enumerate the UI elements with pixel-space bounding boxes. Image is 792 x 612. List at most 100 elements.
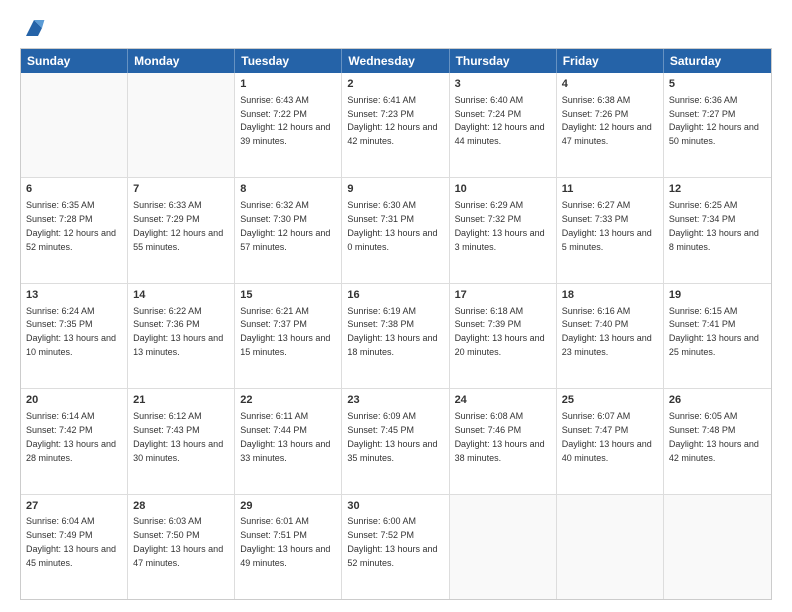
day-info: Sunrise: 6:03 AM Sunset: 7:50 PM Dayligh… bbox=[133, 516, 223, 567]
calendar-cell: 9 Sunrise: 6:30 AM Sunset: 7:31 PM Daylig… bbox=[342, 178, 449, 282]
day-info: Sunrise: 6:38 AM Sunset: 7:26 PM Dayligh… bbox=[562, 95, 652, 146]
calendar-row: 27 Sunrise: 6:04 AM Sunset: 7:49 PM Dayli… bbox=[21, 495, 771, 599]
day-number: 30 bbox=[347, 499, 443, 514]
day-info: Sunrise: 6:00 AM Sunset: 7:52 PM Dayligh… bbox=[347, 516, 437, 567]
day-number: 5 bbox=[669, 77, 766, 92]
calendar-cell: 6 Sunrise: 6:35 AM Sunset: 7:28 PM Daylig… bbox=[21, 178, 128, 282]
calendar-cell: 1 Sunrise: 6:43 AM Sunset: 7:22 PM Daylig… bbox=[235, 73, 342, 177]
day-number: 16 bbox=[347, 288, 443, 303]
day-number: 28 bbox=[133, 499, 229, 514]
day-info: Sunrise: 6:25 AM Sunset: 7:34 PM Dayligh… bbox=[669, 200, 759, 251]
day-info: Sunrise: 6:05 AM Sunset: 7:48 PM Dayligh… bbox=[669, 411, 759, 462]
day-number: 22 bbox=[240, 393, 336, 408]
calendar-cell: 10Sunrise: 6:29 AM Sunset: 7:32 PM Dayli… bbox=[450, 178, 557, 282]
day-number: 24 bbox=[455, 393, 551, 408]
day-number: 23 bbox=[347, 393, 443, 408]
calendar-header: SundayMondayTuesdayWednesdayThursdayFrid… bbox=[21, 49, 771, 73]
calendar-cell: 17 Sunrise: 6:18 AM Sunset: 7:39 PM Dayli… bbox=[450, 284, 557, 388]
calendar-cell: 25 Sunrise: 6:07 AM Sunset: 7:47 PM Dayli… bbox=[557, 389, 664, 493]
logo bbox=[20, 16, 46, 40]
day-number: 27 bbox=[26, 499, 122, 514]
calendar-cell: 11Sunrise: 6:27 AM Sunset: 7:33 PM Dayli… bbox=[557, 178, 664, 282]
day-info: Sunrise: 6:09 AM Sunset: 7:45 PM Dayligh… bbox=[347, 411, 437, 462]
calendar-cell: 3 Sunrise: 6:40 AM Sunset: 7:24 PM Daylig… bbox=[450, 73, 557, 177]
day-number: 19 bbox=[669, 288, 766, 303]
calendar-cell: 2 Sunrise: 6:41 AM Sunset: 7:23 PM Daylig… bbox=[342, 73, 449, 177]
day-info: Sunrise: 6:36 AM Sunset: 7:27 PM Dayligh… bbox=[669, 95, 759, 146]
day-info: Sunrise: 6:08 AM Sunset: 7:46 PM Dayligh… bbox=[455, 411, 545, 462]
day-number: 14 bbox=[133, 288, 229, 303]
day-info: Sunrise: 6:14 AM Sunset: 7:42 PM Dayligh… bbox=[26, 411, 116, 462]
day-info: Sunrise: 6:35 AM Sunset: 7:28 PM Dayligh… bbox=[26, 200, 116, 251]
day-info: Sunrise: 6:15 AM Sunset: 7:41 PM Dayligh… bbox=[669, 306, 759, 357]
header-day: Tuesday bbox=[235, 49, 342, 73]
day-number: 2 bbox=[347, 77, 443, 92]
day-number: 10 bbox=[455, 182, 551, 197]
day-number: 3 bbox=[455, 77, 551, 92]
day-number: 8 bbox=[240, 182, 336, 197]
day-number: 11 bbox=[562, 182, 658, 197]
day-number: 6 bbox=[26, 182, 122, 197]
calendar-cell: 30 Sunrise: 6:00 AM Sunset: 7:52 PM Dayli… bbox=[342, 495, 449, 599]
day-number: 25 bbox=[562, 393, 658, 408]
calendar-cell: 4 Sunrise: 6:38 AM Sunset: 7:26 PM Daylig… bbox=[557, 73, 664, 177]
calendar-cell: 8Sunrise: 6:32 AM Sunset: 7:30 PM Daylig… bbox=[235, 178, 342, 282]
calendar-cell: 18 Sunrise: 6:16 AM Sunset: 7:40 PM Dayli… bbox=[557, 284, 664, 388]
day-info: Sunrise: 6:01 AM Sunset: 7:51 PM Dayligh… bbox=[240, 516, 330, 567]
calendar-body: 1 Sunrise: 6:43 AM Sunset: 7:22 PM Daylig… bbox=[21, 73, 771, 599]
day-info: Sunrise: 6:22 AM Sunset: 7:36 PM Dayligh… bbox=[133, 306, 223, 357]
calendar-cell: 29 Sunrise: 6:01 AM Sunset: 7:51 PM Dayli… bbox=[235, 495, 342, 599]
header-day: Wednesday bbox=[342, 49, 449, 73]
calendar-cell: 27 Sunrise: 6:04 AM Sunset: 7:49 PM Dayli… bbox=[21, 495, 128, 599]
header-day: Sunday bbox=[21, 49, 128, 73]
day-info: Sunrise: 6:24 AM Sunset: 7:35 PM Dayligh… bbox=[26, 306, 116, 357]
calendar-cell bbox=[450, 495, 557, 599]
header bbox=[20, 16, 772, 40]
calendar-cell: 22 Sunrise: 6:11 AM Sunset: 7:44 PM Dayli… bbox=[235, 389, 342, 493]
day-info: Sunrise: 6:41 AM Sunset: 7:23 PM Dayligh… bbox=[347, 95, 437, 146]
calendar-row: 13 Sunrise: 6:24 AM Sunset: 7:35 PM Dayli… bbox=[21, 284, 771, 389]
day-number: 12 bbox=[669, 182, 766, 197]
day-info: Sunrise: 6:07 AM Sunset: 7:47 PM Dayligh… bbox=[562, 411, 652, 462]
calendar-row: 6 Sunrise: 6:35 AM Sunset: 7:28 PM Daylig… bbox=[21, 178, 771, 283]
calendar-cell: 21Sunrise: 6:12 AM Sunset: 7:43 PM Dayli… bbox=[128, 389, 235, 493]
calendar-cell: 26 Sunrise: 6:05 AM Sunset: 7:48 PM Dayli… bbox=[664, 389, 771, 493]
day-info: Sunrise: 6:30 AM Sunset: 7:31 PM Dayligh… bbox=[347, 200, 437, 251]
day-number: 9 bbox=[347, 182, 443, 197]
calendar-cell: 16 Sunrise: 6:19 AM Sunset: 7:38 PM Dayli… bbox=[342, 284, 449, 388]
calendar-cell: 23 Sunrise: 6:09 AM Sunset: 7:45 PM Dayli… bbox=[342, 389, 449, 493]
calendar: SundayMondayTuesdayWednesdayThursdayFrid… bbox=[20, 48, 772, 600]
day-number: 15 bbox=[240, 288, 336, 303]
day-number: 7 bbox=[133, 182, 229, 197]
logo-icon bbox=[22, 16, 46, 40]
calendar-cell: 20Sunrise: 6:14 AM Sunset: 7:42 PM Dayli… bbox=[21, 389, 128, 493]
calendar-cell: 7 Sunrise: 6:33 AM Sunset: 7:29 PM Daylig… bbox=[128, 178, 235, 282]
day-info: Sunrise: 6:18 AM Sunset: 7:39 PM Dayligh… bbox=[455, 306, 545, 357]
calendar-cell: 5 Sunrise: 6:36 AM Sunset: 7:27 PM Daylig… bbox=[664, 73, 771, 177]
calendar-cell bbox=[128, 73, 235, 177]
calendar-cell: 12 Sunrise: 6:25 AM Sunset: 7:34 PM Dayli… bbox=[664, 178, 771, 282]
header-day: Saturday bbox=[664, 49, 771, 73]
day-info: Sunrise: 6:43 AM Sunset: 7:22 PM Dayligh… bbox=[240, 95, 330, 146]
day-number: 17 bbox=[455, 288, 551, 303]
day-number: 29 bbox=[240, 499, 336, 514]
header-day: Friday bbox=[557, 49, 664, 73]
calendar-cell bbox=[21, 73, 128, 177]
day-info: Sunrise: 6:19 AM Sunset: 7:38 PM Dayligh… bbox=[347, 306, 437, 357]
calendar-cell: 24 Sunrise: 6:08 AM Sunset: 7:46 PM Dayli… bbox=[450, 389, 557, 493]
calendar-cell: 19 Sunrise: 6:15 AM Sunset: 7:41 PM Dayli… bbox=[664, 284, 771, 388]
day-info: Sunrise: 6:04 AM Sunset: 7:49 PM Dayligh… bbox=[26, 516, 116, 567]
calendar-row: 1 Sunrise: 6:43 AM Sunset: 7:22 PM Daylig… bbox=[21, 73, 771, 178]
day-number: 1 bbox=[240, 77, 336, 92]
day-number: 26 bbox=[669, 393, 766, 408]
day-info: Sunrise: 6:33 AM Sunset: 7:29 PM Dayligh… bbox=[133, 200, 223, 251]
day-number: 13 bbox=[26, 288, 122, 303]
day-info: Sunrise: 6:16 AM Sunset: 7:40 PM Dayligh… bbox=[562, 306, 652, 357]
day-number: 4 bbox=[562, 77, 658, 92]
day-info: Sunrise: 6:40 AM Sunset: 7:24 PM Dayligh… bbox=[455, 95, 545, 146]
calendar-cell: 28 Sunrise: 6:03 AM Sunset: 7:50 PM Dayli… bbox=[128, 495, 235, 599]
day-info: Sunrise: 6:11 AM Sunset: 7:44 PM Dayligh… bbox=[240, 411, 330, 462]
calendar-cell bbox=[664, 495, 771, 599]
day-number: 18 bbox=[562, 288, 658, 303]
day-number: 21 bbox=[133, 393, 229, 408]
